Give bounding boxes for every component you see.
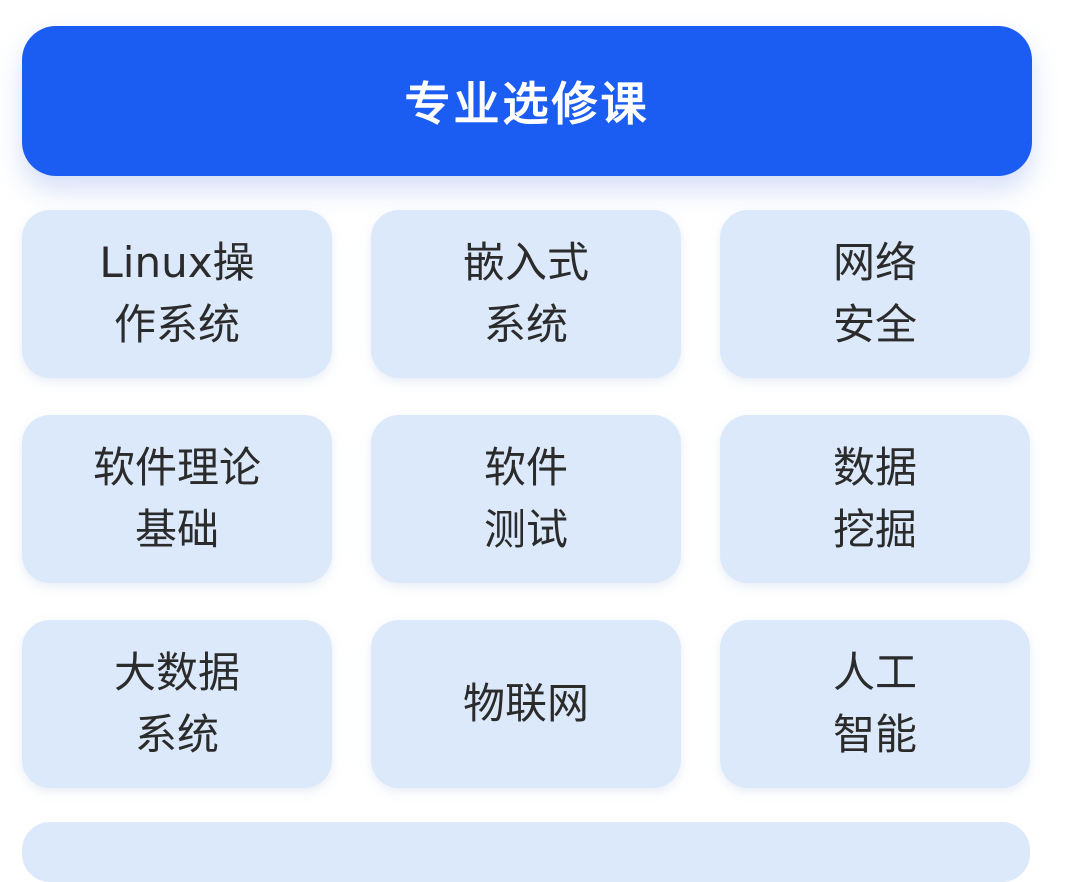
course-name-line-2: 系统 <box>134 710 219 759</box>
course-name-line-1: 软件理论 <box>92 443 261 492</box>
course-name-line-1: 人工 <box>832 648 917 697</box>
course-name-line-2: 作系统 <box>113 300 240 349</box>
course-name-line-1: 数据 <box>832 443 917 492</box>
course-name-line-2: 安全 <box>832 300 917 349</box>
course-name-line-1: 大数据 <box>113 648 240 697</box>
course-card-network-security[interactable]: 网络 安全 <box>720 210 1030 378</box>
course-card-linux-os[interactable]: Linux操 作系统 <box>22 210 332 378</box>
course-name-line-1: 软件 <box>483 443 568 492</box>
course-card-embedded-systems[interactable]: 嵌入式 系统 <box>371 210 681 378</box>
partial-course-card <box>22 822 1030 882</box>
course-card-data-mining[interactable]: 数据 挖掘 <box>720 415 1030 583</box>
elective-courses-header: 专业选修课 <box>22 26 1032 176</box>
course-card-ai[interactable]: 人工 智能 <box>720 620 1030 788</box>
header-title: 专业选修课 <box>404 77 650 131</box>
course-grid: Linux操 作系统 嵌入式 系统 网络 安全 软件理论 基础 软件 测试 数据… <box>22 210 1030 788</box>
course-name-line-1: Linux操 <box>99 238 255 287</box>
course-name-line-2: 智能 <box>832 710 917 759</box>
course-name-line-2: 挖掘 <box>832 505 917 554</box>
course-card-iot[interactable]: 物联网 <box>371 620 681 788</box>
course-name-line-1: 网络 <box>832 238 917 287</box>
course-name-line-2: 系统 <box>483 300 568 349</box>
course-card-software-testing[interactable]: 软件 测试 <box>371 415 681 583</box>
course-card-software-theory[interactable]: 软件理论 基础 <box>22 415 332 583</box>
course-card-big-data-systems[interactable]: 大数据 系统 <box>22 620 332 788</box>
course-name-line-1: 物联网 <box>462 679 589 728</box>
course-name-line-2: 测试 <box>483 505 568 554</box>
course-name-line-1: 嵌入式 <box>462 238 589 287</box>
course-name-line-2: 基础 <box>134 505 219 554</box>
